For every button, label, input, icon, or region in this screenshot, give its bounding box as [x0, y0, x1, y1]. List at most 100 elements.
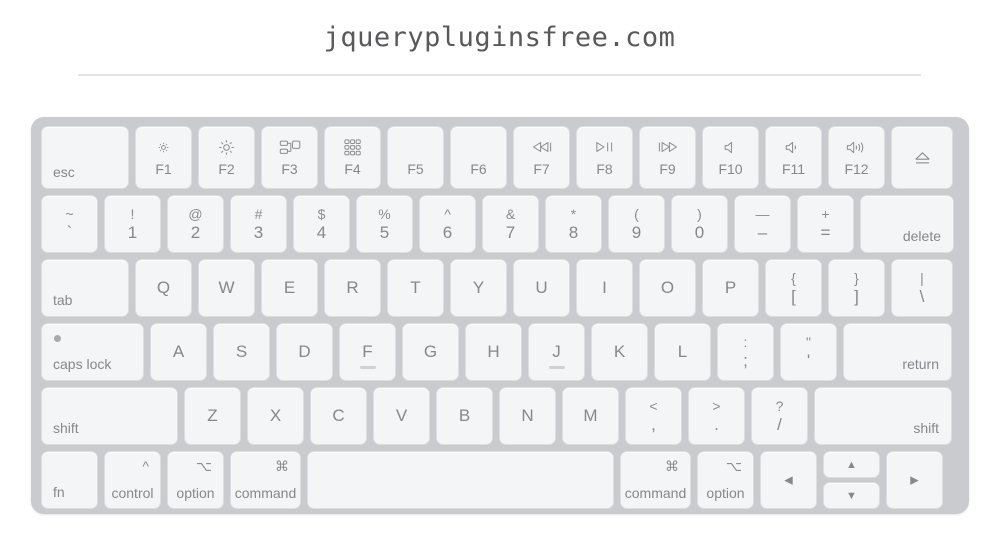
key-slash[interactable]: ? /: [751, 387, 808, 445]
key-option-right[interactable]: ⌥ option: [697, 451, 754, 509]
key-minus[interactable]: — –: [734, 195, 791, 253]
key-s[interactable]: S: [213, 323, 270, 381]
key-command-right[interactable]: ⌘ command: [620, 451, 691, 509]
key-t[interactable]: T: [387, 259, 444, 317]
key-f3[interactable]: F3: [261, 126, 318, 189]
key-f11[interactable]: F11: [765, 126, 822, 189]
key-3[interactable]: #3: [230, 195, 287, 253]
key-h[interactable]: H: [465, 323, 522, 381]
key-8[interactable]: * 8: [545, 195, 602, 253]
key-u[interactable]: U: [513, 259, 570, 317]
mute-icon: [724, 139, 738, 155]
key-label: E: [283, 278, 296, 297]
key-arrow-down[interactable]: ▼: [823, 482, 880, 509]
key-space[interactable]: [307, 451, 614, 509]
key-f10[interactable]: F10: [702, 126, 759, 189]
key-o[interactable]: O: [639, 259, 696, 317]
key-f8[interactable]: F8: [576, 126, 633, 189]
key-lower-legend: 1: [127, 222, 138, 242]
key-l[interactable]: L: [654, 323, 711, 381]
key-k[interactable]: K: [591, 323, 648, 381]
key-f6[interactable]: F6: [450, 126, 507, 189]
brightness-up-icon: [217, 139, 236, 155]
key-bracket-right[interactable]: }]: [828, 259, 885, 317]
key-upper-legend: ): [697, 205, 702, 222]
key-semicolon[interactable]: :;: [717, 323, 774, 381]
key-arrow-up[interactable]: ▲: [823, 451, 880, 478]
key-option-left[interactable]: ⌥ option: [167, 451, 224, 509]
key-9[interactable]: (9: [608, 195, 665, 253]
key-upper-legend: >: [712, 397, 721, 414]
key-shift-left[interactable]: shift: [41, 387, 178, 445]
key-y[interactable]: Y: [450, 259, 507, 317]
key-f12[interactable]: F12: [828, 126, 885, 189]
key-m[interactable]: M: [562, 387, 619, 445]
key-label: F10: [718, 161, 743, 177]
key-a[interactable]: A: [150, 323, 207, 381]
key-i[interactable]: I: [576, 259, 633, 317]
key-arrow-left[interactable]: ◀: [760, 451, 817, 509]
key-6[interactable]: ^ 6: [419, 195, 476, 253]
key-lower-legend: 3: [253, 222, 264, 242]
key-4[interactable]: $4: [293, 195, 350, 253]
keyboard-row-qwerty: tab Q W E R T Y U I O P {[ }] | \: [41, 259, 959, 317]
key-n[interactable]: N: [499, 387, 556, 445]
key-equal[interactable]: + =: [797, 195, 854, 253]
key-g[interactable]: G: [402, 323, 459, 381]
key-r[interactable]: R: [324, 259, 381, 317]
key-shift-right[interactable]: shift: [814, 387, 952, 445]
key-7[interactable]: & 7: [482, 195, 539, 253]
key-c[interactable]: C: [310, 387, 367, 445]
key-lower-legend: ': [806, 350, 811, 370]
key-f2[interactable]: F2: [198, 126, 255, 189]
key-j[interactable]: J: [528, 323, 585, 381]
key-tab[interactable]: tab: [41, 259, 129, 317]
key-eject[interactable]: [891, 126, 953, 189]
key-label: shift: [913, 420, 939, 436]
key-f5[interactable]: F5: [387, 126, 444, 189]
key-esc[interactable]: esc: [41, 126, 129, 189]
key-label: tab: [53, 292, 73, 308]
key-control-left[interactable]: ^ control: [104, 451, 161, 509]
key-f4[interactable]: F4: [324, 126, 381, 189]
key-v[interactable]: V: [373, 387, 430, 445]
key-0[interactable]: ) 0: [671, 195, 728, 253]
key-fn[interactable]: fn: [41, 451, 98, 509]
key-lower-legend: 6: [442, 222, 453, 242]
key-f[interactable]: F: [339, 323, 396, 381]
key-backslash[interactable]: | \: [891, 259, 953, 317]
key-upper-legend: }: [854, 269, 859, 286]
key-arrow-right[interactable]: ▶: [886, 451, 943, 509]
key-lower-legend: 0: [694, 222, 705, 242]
key-f1[interactable]: F1: [135, 126, 192, 189]
volume-down-icon: [785, 139, 802, 155]
key-caps-lock[interactable]: caps lock: [41, 323, 144, 381]
key-e[interactable]: E: [261, 259, 318, 317]
key-comma[interactable]: <,: [625, 387, 682, 445]
key-return[interactable]: return: [843, 323, 952, 381]
key-command-left[interactable]: ⌘ command: [230, 451, 301, 509]
key-b[interactable]: B: [436, 387, 493, 445]
key-label: D: [298, 342, 311, 361]
key-x[interactable]: X: [247, 387, 304, 445]
key-label: F6: [470, 161, 487, 177]
key-label: return: [902, 356, 939, 372]
key-q[interactable]: Q: [135, 259, 192, 317]
key-d[interactable]: D: [276, 323, 333, 381]
key-w[interactable]: W: [198, 259, 255, 317]
key-f7[interactable]: F7: [513, 126, 570, 189]
virtual-keyboard[interactable]: esc F1 F2 F3 F4 F5 F6 F7 F8 F9 F10 F11 F…: [31, 117, 969, 514]
key-delete[interactable]: delete: [860, 195, 954, 253]
key-z[interactable]: Z: [184, 387, 241, 445]
play-pause-icon: [595, 139, 614, 155]
key-period[interactable]: >.: [688, 387, 745, 445]
key-quote[interactable]: " ': [780, 323, 837, 381]
key-backtick[interactable]: ~ `: [41, 195, 98, 253]
key-f9[interactable]: F9: [639, 126, 696, 189]
key-p[interactable]: P: [702, 259, 759, 317]
key-1[interactable]: ! 1: [104, 195, 161, 253]
key-2[interactable]: @2: [167, 195, 224, 253]
key-5[interactable]: % 5: [356, 195, 413, 253]
key-bracket-left[interactable]: {[: [765, 259, 822, 317]
key-lower-legend: /: [777, 414, 782, 434]
